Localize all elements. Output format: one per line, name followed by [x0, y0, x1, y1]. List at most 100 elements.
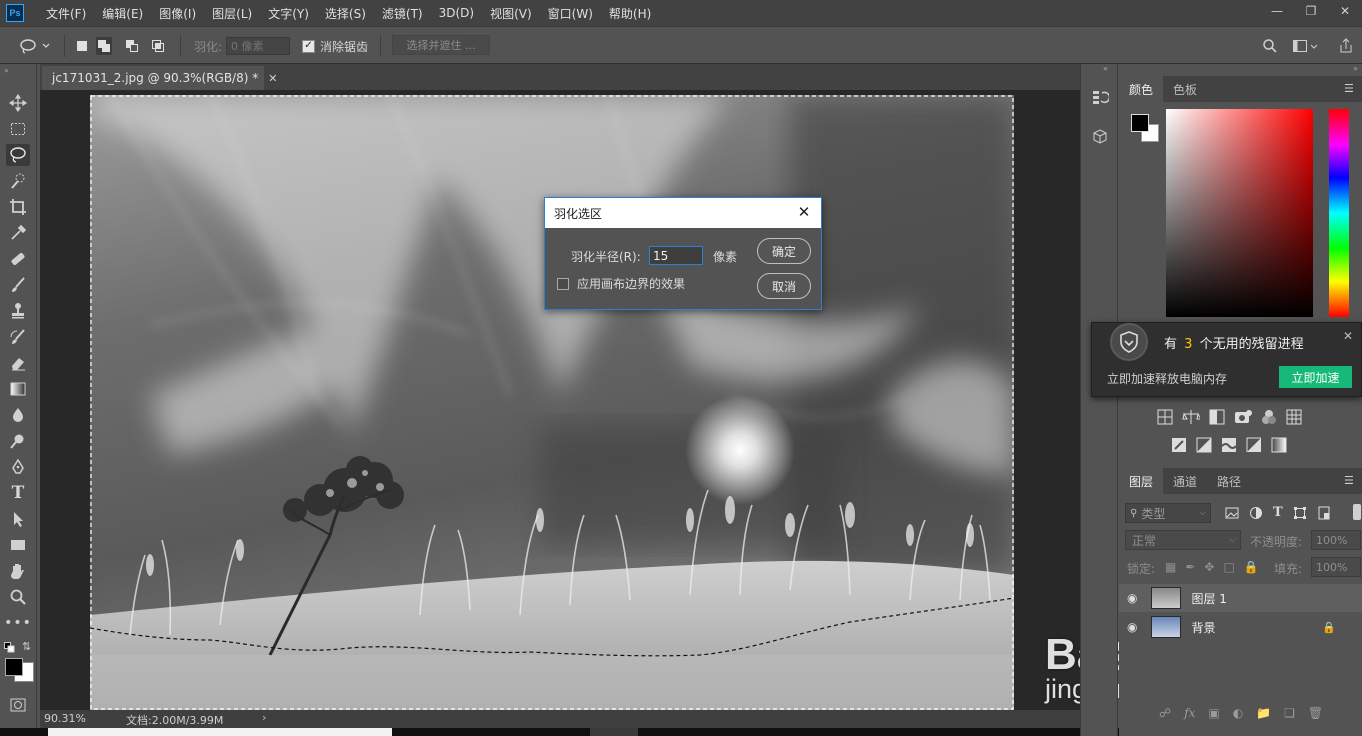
ok-button[interactable]: 确定 [757, 238, 811, 264]
expand-icon[interactable]: « [1103, 64, 1108, 73]
eyedropper-tool[interactable] [6, 222, 30, 244]
type-tool[interactable]: T [6, 482, 30, 504]
pen-tool[interactable] [6, 456, 30, 478]
menu-select[interactable]: 选择(S) [317, 5, 374, 22]
adjustment-layer-filter-icon[interactable] [1249, 505, 1263, 520]
new-adjustment-icon[interactable]: ◐ [1233, 706, 1243, 720]
collapse-panels-icon[interactable]: » [1353, 64, 1358, 73]
gradient-tool[interactable] [6, 378, 30, 400]
panel-menu-icon[interactable]: ☰ [1344, 82, 1358, 95]
lock-artboard-icon[interactable]: □ [1223, 560, 1234, 574]
restore-button[interactable]: ❐ [1294, 0, 1328, 22]
add-to-selection-button[interactable] [96, 37, 112, 55]
workspace-button[interactable] [1292, 37, 1318, 55]
subtract-selection-button[interactable] [124, 37, 140, 55]
vibrance-icon[interactable] [1261, 409, 1277, 425]
default-colors-icon[interactable] [4, 642, 16, 657]
lock-transparent-icon[interactable]: ▦ [1165, 560, 1176, 574]
color-panel-fg-swatch[interactable] [1131, 114, 1149, 132]
layer-filter-select[interactable]: ⚲ 类型 ⌵ [1125, 503, 1211, 523]
quick-selection-tool[interactable] [6, 170, 30, 192]
document-tab[interactable]: jc171031_2.jpg @ 90.3%(RGB/8) * ✕ [42, 66, 277, 90]
tab-channels[interactable]: 通道 [1163, 468, 1207, 494]
canvas-area[interactable] [40, 90, 1080, 710]
menu-window[interactable]: 窗口(W) [540, 5, 601, 22]
menu-view[interactable]: 视图(V) [482, 5, 540, 22]
shape-layer-filter-icon[interactable] [1293, 505, 1307, 520]
history-brush-tool[interactable] [6, 326, 30, 348]
tab-swatches[interactable]: 色板 [1163, 76, 1207, 102]
clone-stamp-tool[interactable] [6, 300, 30, 322]
close-tab-icon[interactable]: ✕ [268, 72, 277, 85]
menu-file[interactable]: 文件(F) [38, 5, 94, 22]
zoom-level[interactable]: 90.31% [44, 712, 86, 725]
lock-brush-icon[interactable]: ✒ [1185, 560, 1195, 574]
layer-row-layer1[interactable]: ◉ 图层 1 [1119, 584, 1362, 612]
history-panel-button[interactable] [1089, 84, 1111, 110]
tab-color[interactable]: 颜色 [1119, 76, 1164, 102]
curves-icon[interactable] [1209, 409, 1225, 425]
move-tool[interactable] [6, 92, 30, 114]
select-and-mask-button[interactable]: 选择并遮住 ... [392, 35, 490, 55]
notification-close-button[interactable]: ✕ [1343, 329, 1353, 343]
visibility-eye-icon[interactable]: ◉ [1127, 620, 1137, 634]
fill-input[interactable]: 100% [1311, 557, 1361, 577]
posterize-icon[interactable] [1221, 437, 1237, 453]
swap-colors-icon[interactable]: ⇅ [22, 640, 31, 653]
brightness-contrast-icon[interactable] [1157, 409, 1173, 425]
dodge-tool[interactable] [6, 430, 30, 452]
color-picker-field[interactable] [1166, 109, 1313, 317]
lock-all-icon[interactable]: 🔒 [1244, 560, 1259, 574]
quick-mask-button[interactable] [6, 694, 30, 716]
dialog-close-button[interactable]: ✕ [795, 203, 813, 221]
antialias-checkbox[interactable]: ✓ 消除锯齿 [302, 37, 368, 55]
menu-edit[interactable]: 编辑(E) [94, 5, 151, 22]
opacity-input[interactable]: 100% [1311, 530, 1361, 550]
blend-mode-select[interactable]: 正常 ⌵ [1125, 530, 1241, 550]
menu-layer[interactable]: 图层(L) [204, 5, 260, 22]
visibility-eye-icon[interactable]: ◉ [1127, 591, 1137, 605]
accelerate-now-button[interactable]: 立即加速 [1279, 366, 1352, 388]
tab-layers[interactable]: 图层 [1119, 468, 1164, 494]
intersect-selection-button[interactable] [150, 37, 166, 55]
filter-toggle-switch[interactable] [1353, 504, 1361, 520]
levels-icon[interactable] [1182, 409, 1200, 425]
close-window-button[interactable]: ✕ [1328, 0, 1362, 22]
marquee-tool[interactable] [6, 118, 30, 140]
layers-panel-menu-icon[interactable]: ☰ [1344, 474, 1358, 487]
type-layer-filter-icon[interactable]: T [1273, 505, 1283, 520]
blur-tool[interactable] [6, 404, 30, 426]
menu-help[interactable]: 帮助(H) [601, 5, 659, 22]
lasso-tool[interactable] [6, 144, 30, 166]
delete-layer-icon[interactable]: 🗑 [1308, 706, 1323, 720]
hand-tool[interactable] [6, 560, 30, 582]
cancel-button[interactable]: 取消 [757, 273, 811, 299]
color-lookup-grid-icon[interactable] [1286, 409, 1302, 425]
new-selection-button[interactable] [74, 37, 90, 55]
hue-slider[interactable] [1329, 109, 1349, 317]
healing-brush-tool[interactable] [6, 248, 30, 270]
eraser-tool[interactable] [6, 352, 30, 374]
menu-3d[interactable]: 3D(D) [431, 6, 482, 20]
minimize-button[interactable]: — [1260, 0, 1294, 22]
search-button[interactable] [1262, 37, 1278, 55]
exposure-icon[interactable] [1234, 409, 1252, 425]
share-button[interactable] [1338, 37, 1354, 55]
smart-object-filter-icon[interactable] [1317, 505, 1331, 520]
tab-paths[interactable]: 路径 [1207, 468, 1251, 494]
feather-radius-input[interactable] [649, 246, 703, 265]
crop-tool[interactable] [6, 196, 30, 218]
layer-style-icon[interactable]: fx [1184, 706, 1195, 720]
add-mask-icon[interactable]: ▣ [1208, 706, 1219, 720]
foreground-color-swatch[interactable] [5, 658, 23, 676]
brush-tool[interactable] [6, 274, 30, 296]
new-layer-icon[interactable]: ❏ [1284, 706, 1295, 720]
link-layers-icon[interactable]: ☍ [1159, 706, 1171, 720]
status-menu-arrow-icon[interactable]: › [262, 711, 266, 724]
layer-row-background[interactable]: ◉ 背景 🔒 [1119, 613, 1362, 641]
menu-type[interactable]: 文字(Y) [260, 5, 317, 22]
more-tools-button[interactable]: ••• [4, 612, 31, 634]
3d-panel-button[interactable] [1089, 124, 1111, 150]
invert-icon[interactable] [1196, 437, 1212, 453]
feather-input[interactable] [226, 37, 291, 55]
